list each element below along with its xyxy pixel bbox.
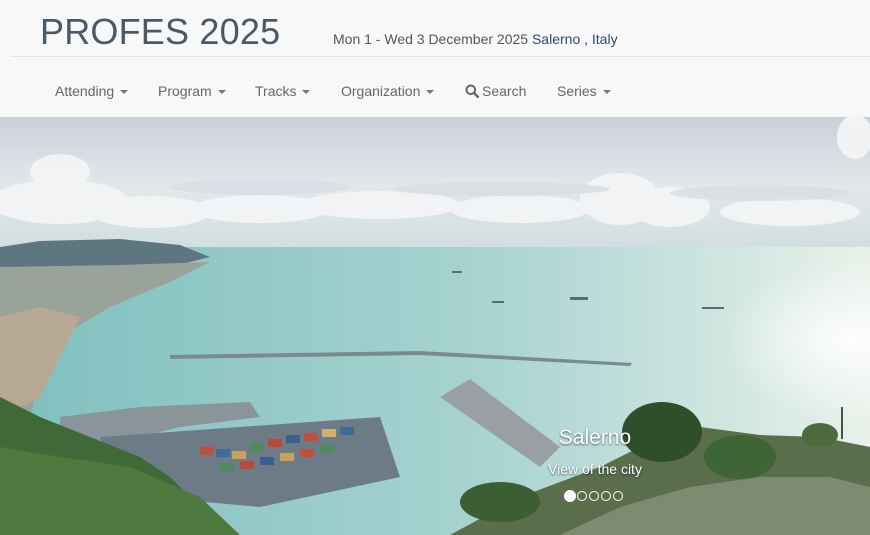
event-location-link[interactable]: Salerno , Italy xyxy=(532,31,618,47)
carousel-indicators xyxy=(564,490,634,502)
main-nav: Attending Program Tracks Organization Se… xyxy=(0,57,870,117)
carousel-caption-subtitle: View of the city xyxy=(548,461,642,477)
hero-carousel[interactable]: Salerno View of the city xyxy=(0,117,870,535)
caret-down-icon xyxy=(426,90,435,95)
caret-down-icon xyxy=(217,90,226,95)
nav-organization[interactable]: Organization xyxy=(341,82,435,100)
caret-down-icon xyxy=(602,90,611,95)
nav-search-label: Search xyxy=(482,83,527,99)
nav-attending[interactable]: Attending xyxy=(55,82,129,100)
search-icon xyxy=(465,84,480,102)
nav-attending-label: Attending xyxy=(55,83,115,99)
nav-program-label: Program xyxy=(158,83,212,99)
nav-series-label: Series xyxy=(557,83,597,99)
event-dates: Mon 1 - Wed 3 December 2025 Salerno , It… xyxy=(333,30,618,48)
site-header: PROFES 2025 Mon 1 - Wed 3 December 2025 … xyxy=(0,0,870,117)
nav-program[interactable]: Program xyxy=(158,82,226,100)
carousel-indicator-1[interactable] xyxy=(564,490,576,502)
carousel-indicator-2[interactable] xyxy=(577,491,587,501)
site-title[interactable]: PROFES 2025 xyxy=(40,10,280,54)
nav-search[interactable]: Search xyxy=(465,82,526,102)
caret-down-icon xyxy=(302,90,311,95)
carousel-caption-title: Salerno xyxy=(558,426,632,449)
event-date-range: Mon 1 - Wed 3 December 2025 xyxy=(333,31,529,47)
carousel-slide-image xyxy=(0,117,870,535)
nav-tracks[interactable]: Tracks xyxy=(255,82,311,100)
caret-down-icon xyxy=(120,90,129,95)
brand-row: PROFES 2025 Mon 1 - Wed 3 December 2025 … xyxy=(0,0,870,56)
carousel-indicator-3[interactable] xyxy=(589,491,599,501)
nav-tracks-label: Tracks xyxy=(255,83,297,99)
nav-organization-label: Organization xyxy=(341,83,421,99)
carousel-indicator-4[interactable] xyxy=(601,491,611,501)
carousel-indicator-5[interactable] xyxy=(613,491,623,501)
nav-series[interactable]: Series xyxy=(557,82,611,100)
